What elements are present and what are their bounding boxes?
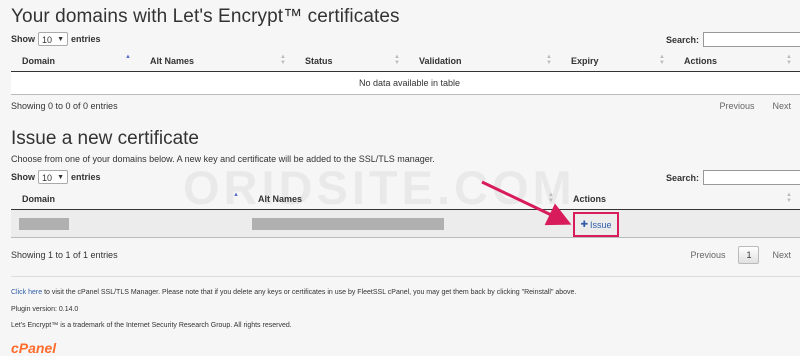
annotation-arrow bbox=[481, 180, 572, 226]
arrow-line bbox=[481, 180, 572, 226]
